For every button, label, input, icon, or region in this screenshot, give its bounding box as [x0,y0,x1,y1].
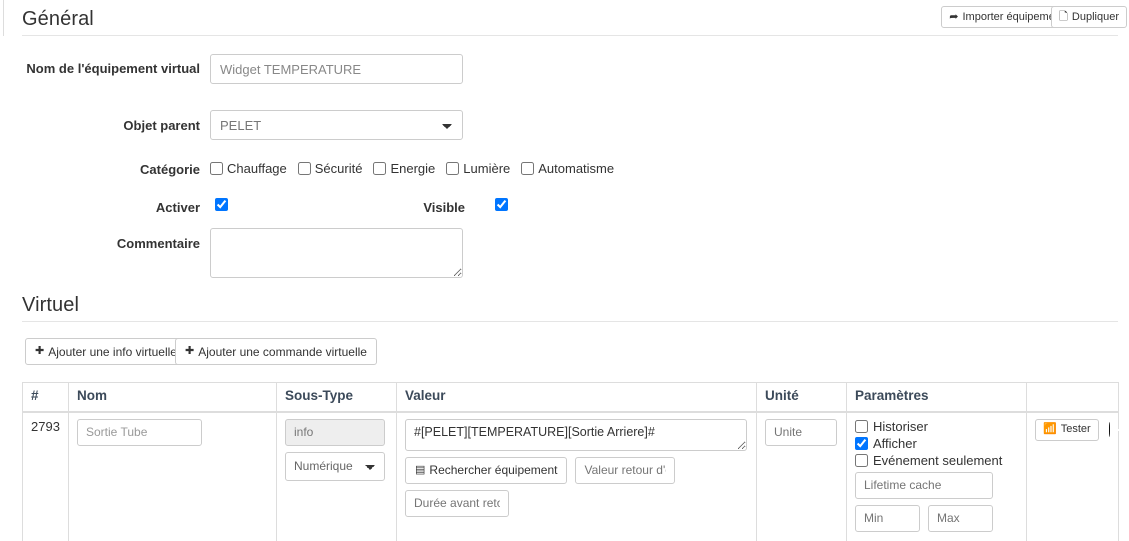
row-name-cell [68,411,277,541]
param-evenement-seulement[interactable]: Evénement seulement [855,453,1018,468]
row-action-buttons: 📶 Tester [1035,418,1125,441]
duplicate-button[interactable]: 🗋 Dupliquer [1051,6,1127,28]
row-actions-cell: 📶 Tester [1026,411,1125,541]
state-return-value-input[interactable] [575,456,676,484]
row-id: 2793 [22,411,69,541]
category-checkbox-lumiere[interactable] [446,162,460,175]
max-input[interactable] [928,504,993,532]
plus-circle-icon: ✚ [35,345,45,357]
equipment-name-input[interactable] [210,54,463,84]
virtual-divider [22,321,1118,322]
parent-object-select[interactable]: PELET [210,110,463,140]
category-option-automatisme[interactable]: Automatisme [521,161,625,176]
test-button[interactable]: 📶 Tester [1035,418,1099,441]
row-value-actions: ▤ Rechercher équipement [405,456,748,484]
row-unit-cell [756,411,847,541]
category-option-securite[interactable]: Sécurité [297,161,374,176]
visible-label: Visible [423,200,465,215]
add-virtual-command-label: Ajouter une commande virtuelle [198,344,367,359]
category-checkbox-group: Chauffage Sécurité Energie Lumière Automatis… [210,161,625,176]
general-divider [22,35,1118,36]
delay-before-return-input[interactable] [405,489,509,517]
list-box-icon: ▤ [415,463,426,476]
afficher-label: Afficher [873,435,917,451]
search-equipment-label: Rechercher équipement [429,463,558,477]
historiser-label: Historiser [873,418,928,434]
left-edge-rule [3,0,4,36]
param-afficher[interactable]: Afficher [855,436,1018,451]
virtual-section-title: Virtuel [22,294,80,316]
historiser-checkbox[interactable] [855,419,868,433]
category-checkbox-energie[interactable] [373,162,387,175]
share-arrow-icon: ➦ [949,10,959,23]
plus-circle-icon: ✚ [185,345,195,357]
page-title: Général [22,8,94,30]
test-button-label: Tester [1060,423,1091,435]
activate-label: Activer [155,200,200,215]
add-virtual-info-button[interactable]: ✚ Ajouter une info virtuelle [25,338,187,365]
category-label-chauffage: Chauffage [227,161,287,176]
evenement-seulement-label: Evénement seulement [873,452,1003,468]
category-checkbox-securite[interactable] [297,162,311,175]
category-option-energie[interactable]: Energie [373,161,446,176]
add-virtual-info-label: Ajouter une info virtuelle [48,344,177,359]
category-option-lumiere[interactable]: Lumière [446,161,521,176]
row-value-cell: #[PELET][TEMPERATURE][Sortie Arriere]# ▤… [396,411,757,541]
virtual-commands-table: # Nom Sous-Type Valeur Unité Paramètres … [22,382,1125,541]
activate-checkbox[interactable] [215,198,228,211]
param-historiser[interactable]: Historiser [855,419,1018,434]
min-max-row [855,504,1018,532]
category-checkbox-automatisme[interactable] [521,162,535,175]
equipment-config-page: Général ➦ Importer équipement 🗋 Duplique… [0,0,1129,541]
parent-object-label: Objet parent [123,118,200,133]
table-header-row: # Nom Sous-Type Valeur Unité Paramètres [22,382,1119,413]
row-value-textarea[interactable]: #[PELET][TEMPERATURE][Sortie Arriere]# [405,418,747,451]
table-row: 2793 info Numérique #[PELET][TEMPERATURE… [22,411,1125,541]
minus-circle-icon[interactable] [1108,422,1125,437]
min-input[interactable] [855,504,920,532]
category-option-chauffage[interactable]: Chauffage [210,161,298,176]
column-header-name: Nom [68,382,277,413]
visible-checkbox[interactable] [495,198,508,211]
category-label: Catégorie [140,162,200,177]
column-header-id: # [22,382,69,413]
row-subtype-select[interactable]: Numérique [285,451,385,481]
column-header-params: Paramètres [846,382,1027,413]
category-label-energie: Energie [390,161,436,176]
lifetime-cache-input[interactable] [855,471,993,499]
comment-label: Commentaire [116,236,200,251]
row-type-static: info [285,418,385,446]
comment-textarea[interactable] [210,228,463,278]
column-header-actions [1026,382,1119,413]
category-checkbox-chauffage[interactable] [210,162,223,175]
category-label-automatisme: Automatisme [538,161,615,176]
column-header-unit: Unité [756,382,847,413]
row-subtype-cell: info Numérique [276,411,397,541]
category-label-securite: Sécurité [314,161,363,176]
rss-signal-icon: 📶 [1043,423,1057,435]
search-equipment-button[interactable]: ▤ Rechercher équipement [405,456,568,484]
row-name-input[interactable] [77,418,202,446]
import-equipment-label: Importer équipement [962,10,1065,23]
copy-icon: 🗋 [1059,10,1068,23]
equipment-name-label: Nom de l'équipement virtual [26,61,200,76]
column-header-value: Valeur [396,382,757,413]
column-header-subtype: Sous-Type [276,382,397,413]
afficher-checkbox[interactable] [855,436,868,450]
category-label-lumiere: Lumière [463,161,511,176]
evenement-seulement-checkbox[interactable] [855,453,868,467]
duplicate-label: Dupliquer [1071,10,1119,23]
row-params-cell: Historiser Afficher Evénement seulement [846,411,1027,541]
row-unit-input[interactable] [765,418,837,446]
add-virtual-command-button[interactable]: ✚ Ajouter une commande virtuelle [175,338,377,365]
